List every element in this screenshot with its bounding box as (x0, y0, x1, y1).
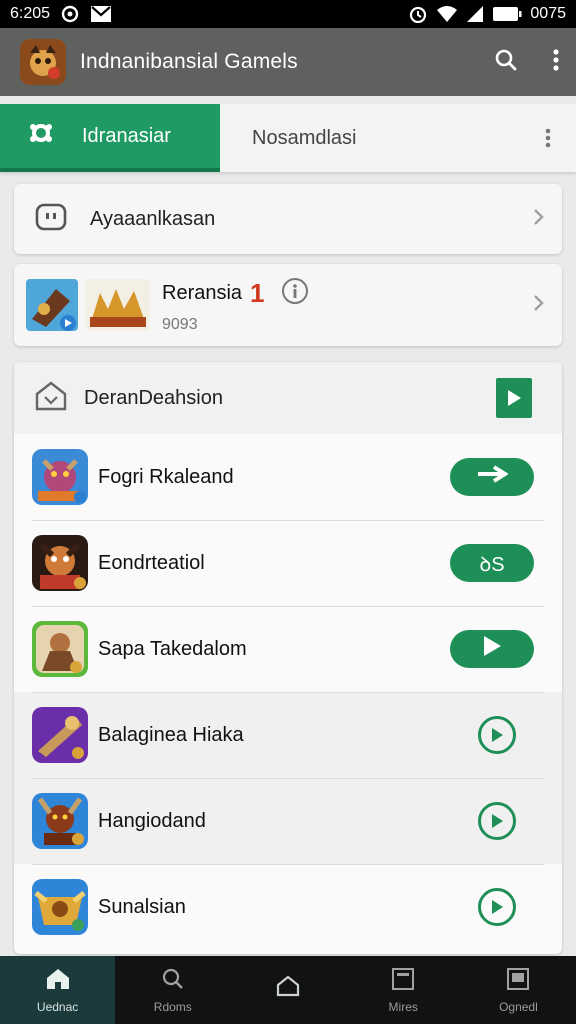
game-name: Eondrteatiol (98, 551, 205, 574)
alarm-icon (408, 5, 428, 23)
tab-label: Idranasiar (82, 124, 171, 147)
chevron-right-icon (532, 294, 544, 317)
tab-active[interactable]: Idranasiar (0, 104, 220, 172)
app-bar: Indnanibansial Gamels (0, 28, 576, 96)
arrow-right-icon (476, 465, 509, 489)
game-name: Balaginea Hiaka (98, 723, 244, 746)
bottom-nav: Uednac Rdoms Mires Ognedl (0, 956, 576, 1024)
featured-title: Reransia (162, 281, 243, 304)
game-icon (32, 879, 88, 935)
status-time: 6:205 (10, 5, 51, 22)
list-item[interactable]: Sapa Takedalom (14, 606, 562, 692)
camera-notification-icon (60, 5, 80, 23)
featured-thumbnail (26, 279, 78, 331)
status-bar: 6:205 0075 (0, 0, 576, 28)
wifi-icon (436, 5, 458, 23)
list-item[interactable]: Fogri Rkaleand (14, 434, 562, 520)
list-play-button[interactable] (496, 378, 532, 418)
play-circle-button[interactable] (478, 716, 516, 754)
game-name: Sapa Takedalom (98, 637, 247, 660)
app-title: Indnanibansial Gamels (80, 50, 298, 73)
list-header: DeranDeahsion (14, 362, 562, 434)
nav-label: Ognedl (499, 999, 538, 1014)
game-icon (32, 449, 88, 505)
list-item[interactable]: Sunalsian (14, 864, 562, 950)
tab-more-icon[interactable] (520, 104, 576, 172)
mail-notification-icon (90, 5, 112, 23)
nav-item-home[interactable]: Uednac (0, 956, 116, 1024)
app-logo[interactable] (20, 39, 66, 85)
play-circle-button[interactable] (478, 802, 516, 840)
settings-gear-icon (28, 120, 54, 152)
nav-item-profile[interactable]: Ognedl (461, 956, 576, 1024)
menu-card-label: Ayaaanlkasan (90, 207, 216, 230)
battery-level: 0075 (530, 5, 566, 22)
nav-item-center[interactable] (230, 956, 345, 1024)
game-name: Hangiodand (98, 809, 206, 832)
game-play-button[interactable] (450, 630, 534, 668)
search-icon[interactable] (494, 48, 518, 77)
game-name: Sunalsian (98, 895, 186, 918)
tab-label: Nosamdlasi (252, 126, 357, 149)
list-title: DeranDeahsion (84, 386, 223, 409)
game-icon (32, 621, 88, 677)
nav-label: Mires (388, 999, 418, 1014)
battery-icon (492, 6, 522, 22)
nav-item-search[interactable]: Rdoms (115, 956, 230, 1024)
game-action-button[interactable] (450, 458, 534, 496)
game-name: Fogri Rkaleand (98, 465, 234, 488)
game-icon (32, 535, 88, 591)
search-icon (161, 967, 185, 994)
list-item[interactable]: Eondrteatiol ꝺS (14, 520, 562, 606)
nav-label: Rdoms (153, 999, 192, 1014)
chevron-right-icon (532, 208, 544, 231)
tab-bar: Idranasiar Nosamdlasi (0, 104, 576, 172)
nav-item-games[interactable]: Mires (346, 956, 461, 1024)
featured-card[interactable]: Reransia 1 9093 (14, 264, 562, 346)
home-outline-icon (275, 974, 301, 1001)
play-circle-button[interactable] (478, 888, 516, 926)
window-icon (391, 967, 415, 994)
home-outline-icon (34, 380, 68, 417)
info-icon[interactable] (281, 277, 309, 310)
signal-icon (466, 5, 484, 23)
featured-logo (86, 279, 150, 331)
game-icon (32, 707, 88, 763)
featured-subtitle: 9093 (162, 315, 198, 333)
list-item[interactable]: Hangiodand (14, 778, 562, 864)
game-action-label: ꝺS (479, 553, 505, 576)
tab-second[interactable]: Nosamdlasi (220, 104, 520, 172)
list-item[interactable]: Balaginea Hiaka (14, 692, 562, 778)
home-icon (45, 967, 71, 994)
gallery-icon (506, 967, 530, 994)
play-icon (482, 635, 502, 663)
menu-card[interactable]: Ayaaanlkasan (14, 184, 562, 254)
game-list: DeranDeahsion Fogri Rkaleand Eondrteatio… (14, 362, 562, 954)
game-icon (32, 793, 88, 849)
overflow-menu-icon[interactable] (552, 48, 560, 77)
game-action-button[interactable]: ꝺS (450, 544, 534, 582)
nav-label: Uednac (36, 999, 79, 1014)
controller-icon (34, 202, 68, 237)
featured-rank-badge: 1 (250, 277, 265, 308)
